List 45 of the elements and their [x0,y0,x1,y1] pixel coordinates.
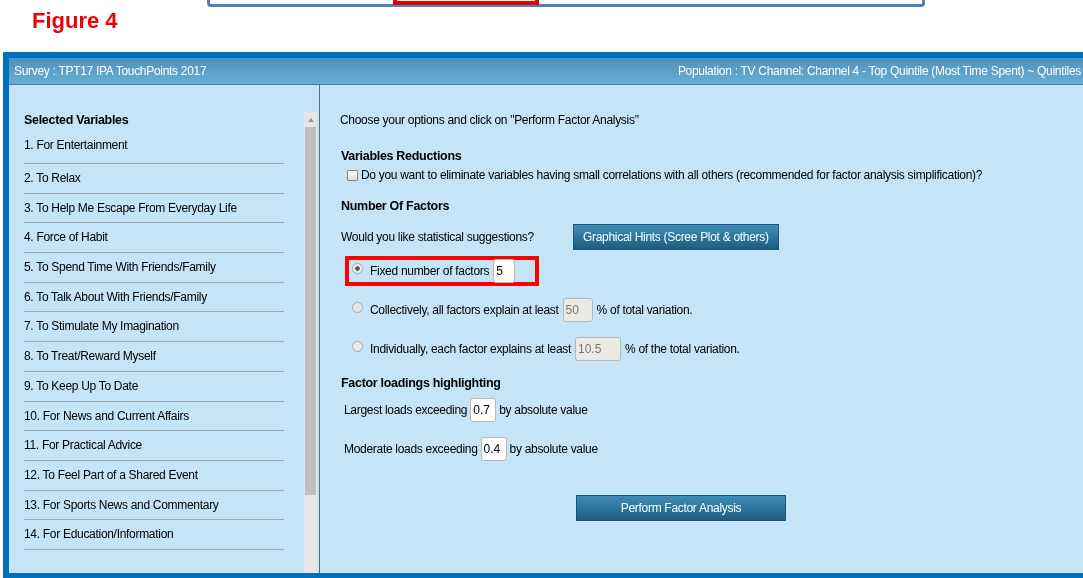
checkbox[interactable] [347,169,358,181]
section-heading: Variables Reductions [341,149,463,163]
variable-item[interactable]: 6. To Talk About With Friends/Family [24,282,284,313]
option-label: Collectively, all factors explain at least [370,303,559,317]
survey-title: Survey : TPT17 IPA TouchPoints 2017 [14,64,207,78]
load-suffix: by absolute value [509,441,598,456]
load-suffix: by absolute value [499,402,588,417]
radio-button[interactable] [352,262,363,274]
option-label: Fixed number of factors [370,264,490,278]
variable-item[interactable]: 7. To Stimulate My Imagination [24,312,284,343]
suggestion-label: Would you like statistical suggestions? [341,229,535,244]
load-label: Moderate loads exceeding [344,441,478,456]
load-label: Largest loads exceeding [344,402,468,417]
variable-item[interactable]: 8. To Treat/Reward Myself [24,342,284,372]
variable-item[interactable]: 10. For News and Current Affairs [24,401,284,432]
variable-item[interactable]: 12. To Feel Part of a Shared Event [24,460,284,491]
sidebar-title: Selected Variables [24,113,130,129]
intro-text: Choose your options and click on "Perform Factor Analysis" [340,113,640,127]
option-label: Individually, each factor explains at least [370,342,571,356]
option-suffix: % of the total variation. [625,342,740,356]
number-field[interactable]: 5 [493,259,516,283]
perform-analysis-button[interactable]: Perform Factor Analysis [576,495,786,521]
variable-item[interactable]: 3. To Help Me Escape From Everyday Life [24,193,284,224]
variable-item[interactable]: 14. For Education/Information [24,520,284,550]
variable-item[interactable]: 9. To Keep Up To Date [24,371,284,402]
variable-item[interactable]: 13. For Sports News and Commentary [24,490,284,521]
figure-title: Figure 4 [31,10,119,35]
variable-item[interactable]: 1. For Entertainment [24,136,284,164]
population-label: Population : TV Channel: Channel 4 - Top Quintile (Most Time Spent) ~ Quintiles [677,64,1081,78]
number-field[interactable]: 0.7 [470,397,497,422]
radio-button[interactable] [352,340,363,352]
section-heading: Factor loadings highlighting [341,376,502,390]
variable-item[interactable]: 5. To Spend Time With Friends/Family [24,253,284,283]
checkbox-label: Do you want to eliminate variables having small correlations with all others (recommended for factor analysis simplification)? [361,168,983,182]
graphical-hints-button[interactable]: Graphical Hints (Scree Plot & others) [573,223,779,250]
scrollbar[interactable] [304,112,317,573]
radio-button[interactable] [352,301,363,313]
variable-item[interactable]: 2. To Relax [24,164,284,194]
section-heading: Number Of Factors [341,199,451,213]
scroll-up-icon[interactable] [306,117,315,123]
scroll-thumb[interactable] [305,127,316,495]
variable-item[interactable]: 11. For Practical Advice [24,431,284,461]
variable-item[interactable]: 4. Force of Habit [24,223,284,254]
number-field[interactable]: 0.4 [480,436,507,461]
option-suffix: % of total variation. [596,303,693,317]
